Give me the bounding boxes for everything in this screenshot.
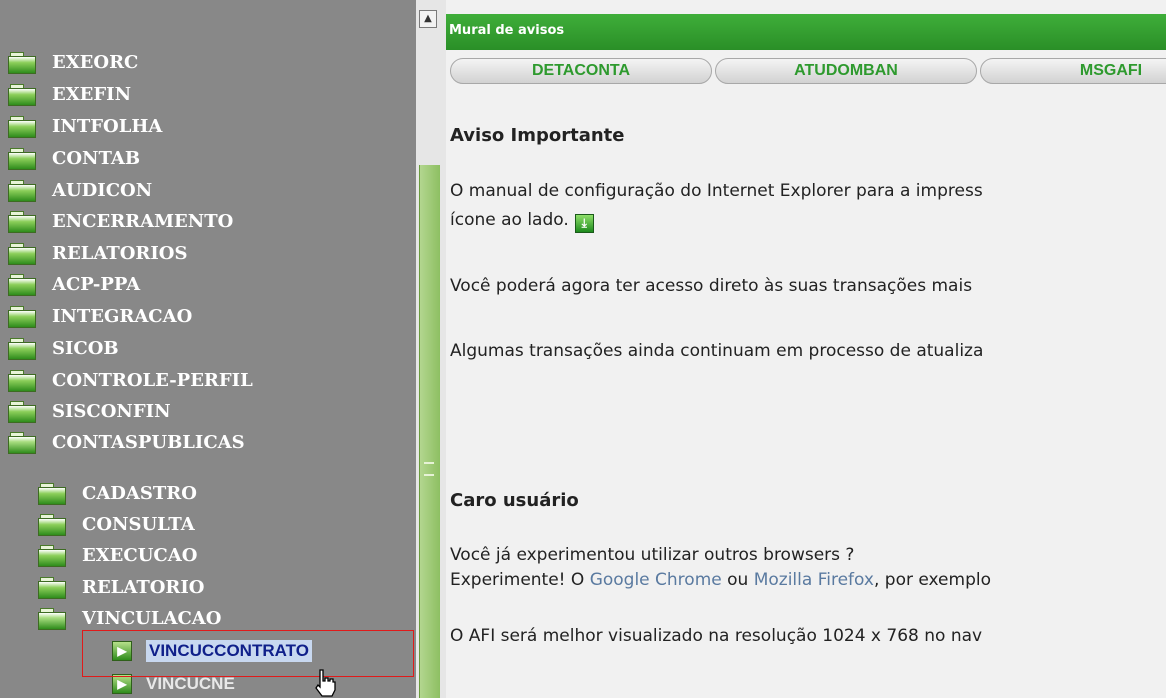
folder-open-icon	[38, 607, 68, 630]
user-notice-text: Você já experimentou utilizar outros bro…	[450, 545, 855, 565]
scroll-up-icon[interactable]: ▲	[419, 10, 437, 28]
notice-text-line: ícone ao lado. ⤓	[450, 210, 594, 233]
tree-folder-encerramento[interactable]: ENCERRAMENTO	[8, 206, 233, 237]
tree-folder-label: EXEORC	[52, 52, 139, 73]
tree-folder-label: SICOB	[52, 338, 119, 359]
folder-icon	[8, 400, 38, 423]
tree-folder-label: SISCONFIN	[52, 401, 171, 422]
tree-leaf-vincucne[interactable]: ▶ VINCUCNE	[112, 670, 235, 698]
notice-board: Mural de avisos DETACONTA ATUDOMBAN MSGA…	[446, 0, 1166, 698]
user-notice-text: O AFI será melhor visualizado na resoluç…	[450, 626, 983, 646]
navigation-tree: EXEORC EXEFIN INTFOLHA CONTAB AUDICON EN…	[0, 0, 416, 698]
folder-icon	[8, 51, 38, 74]
folder-icon	[38, 513, 68, 536]
tree-folder-label: CONTROLE-PERFIL	[52, 370, 253, 391]
user-notice-text: , por exemplo	[873, 570, 991, 590]
mural-title: Mural de avisos	[446, 14, 1166, 50]
user-notice-browsers-line: Experimente! O Google Chrome ou Mozilla …	[450, 570, 991, 590]
tree-folder-label: RELATORIOS	[52, 243, 188, 264]
tree-subfolder-relatorio[interactable]: RELATORIO	[38, 572, 204, 603]
tree-folder-controle-perfil[interactable]: CONTROLE-PERFIL	[8, 365, 253, 396]
tab-atudomban[interactable]: ATUDOMBAN	[715, 58, 977, 84]
tree-folder-label: CONSULTA	[82, 514, 195, 535]
mozilla-firefox-link[interactable]: Mozilla Firefox	[754, 570, 874, 590]
folder-icon	[8, 83, 38, 106]
tab-detaconta[interactable]: DETACONTA	[450, 58, 712, 84]
tree-leaf-label: VINCUCCONTRATO	[146, 640, 312, 662]
hand-cursor-icon	[315, 669, 336, 697]
notice-text: Você poderá agora ter acesso direto às s…	[450, 276, 973, 296]
user-notice-text: Experimente! O	[450, 570, 590, 590]
tree-folder-label: INTEGRACAO	[52, 306, 193, 327]
tree-subfolder-consulta[interactable]: CONSULTA	[38, 509, 195, 540]
tree-folder-contaspublicas[interactable]: CONTASPUBLICAS	[8, 427, 245, 458]
folder-icon	[8, 369, 38, 392]
tree-leaf-vincuccontrato[interactable]: ▶ VINCUCCONTRATO	[112, 637, 312, 665]
transaction-arrow-icon: ▶	[112, 641, 132, 661]
folder-icon	[8, 210, 38, 233]
notice-text: Algumas transações ainda continuam em pr…	[450, 341, 984, 361]
tree-folder-sicob[interactable]: SICOB	[8, 333, 119, 364]
tree-folder-label: EXEFIN	[52, 84, 132, 105]
tree-folder-audicon[interactable]: AUDICON	[8, 175, 152, 206]
tree-folder-label: ACP-PPA	[52, 274, 141, 295]
tree-folder-exeorc[interactable]: EXEORC	[8, 47, 138, 78]
folder-icon	[8, 337, 38, 360]
folder-icon	[8, 273, 38, 296]
tree-leaf-label: VINCUCNE	[146, 674, 235, 693]
tree-folder-label: INTFOLHA	[52, 116, 163, 137]
tree-folder-sisconfin[interactable]: SISCONFIN	[8, 396, 171, 427]
tree-folder-label: CADASTRO	[82, 483, 197, 504]
notice-text: ícone ao lado.	[450, 210, 569, 230]
tree-folder-relatorios[interactable]: RELATORIOS	[8, 238, 187, 269]
folder-icon	[38, 482, 68, 505]
tree-folder-label: CONTAB	[52, 148, 141, 169]
tree-folder-label: RELATORIO	[82, 577, 205, 598]
folder-icon	[8, 147, 38, 170]
folder-icon	[8, 115, 38, 138]
tab-msgafi[interactable]: MSGAFI	[980, 58, 1166, 84]
tree-folder-label: ENCERRAMENTO	[52, 211, 234, 232]
tree-folder-exefin[interactable]: EXEFIN	[8, 79, 131, 110]
tree-folder-intfolha[interactable]: INTFOLHA	[8, 111, 162, 142]
folder-icon	[8, 179, 38, 202]
tree-folder-label: AUDICON	[52, 180, 153, 201]
folder-icon	[8, 242, 38, 265]
transaction-arrow-icon: ▶	[112, 674, 132, 694]
splitter-grip-icon[interactable]	[424, 462, 434, 476]
notice-text: O manual de configuração do Internet Exp…	[450, 181, 983, 201]
folder-icon	[8, 305, 38, 328]
folder-icon	[38, 544, 68, 567]
folder-icon	[38, 576, 68, 599]
tree-folder-integracao[interactable]: INTEGRACAO	[8, 301, 192, 332]
tree-folder-contab[interactable]: CONTAB	[8, 143, 140, 174]
tree-folder-label: EXECUCAO	[82, 545, 198, 566]
tree-folder-acp-ppa[interactable]: ACP-PPA	[8, 269, 140, 300]
tree-subfolder-cadastro[interactable]: CADASTRO	[38, 478, 197, 509]
google-chrome-link[interactable]: Google Chrome	[590, 570, 722, 590]
download-icon[interactable]: ⤓	[574, 214, 594, 233]
panel-splitter[interactable]: ▲	[416, 0, 446, 698]
splitter-track[interactable]	[419, 165, 440, 698]
user-notice-heading: Caro usuário	[450, 490, 579, 511]
tree-folder-label: CONTASPUBLICAS	[52, 432, 245, 453]
tree-subfolder-vinculacao[interactable]: VINCULACAO	[38, 603, 221, 634]
notice-heading: Aviso Importante	[450, 125, 625, 146]
tree-subfolder-execucao[interactable]: EXECUCAO	[38, 540, 197, 571]
folder-open-icon	[8, 431, 38, 454]
tree-folder-label: VINCULACAO	[82, 608, 222, 629]
user-notice-text: ou	[721, 570, 754, 590]
